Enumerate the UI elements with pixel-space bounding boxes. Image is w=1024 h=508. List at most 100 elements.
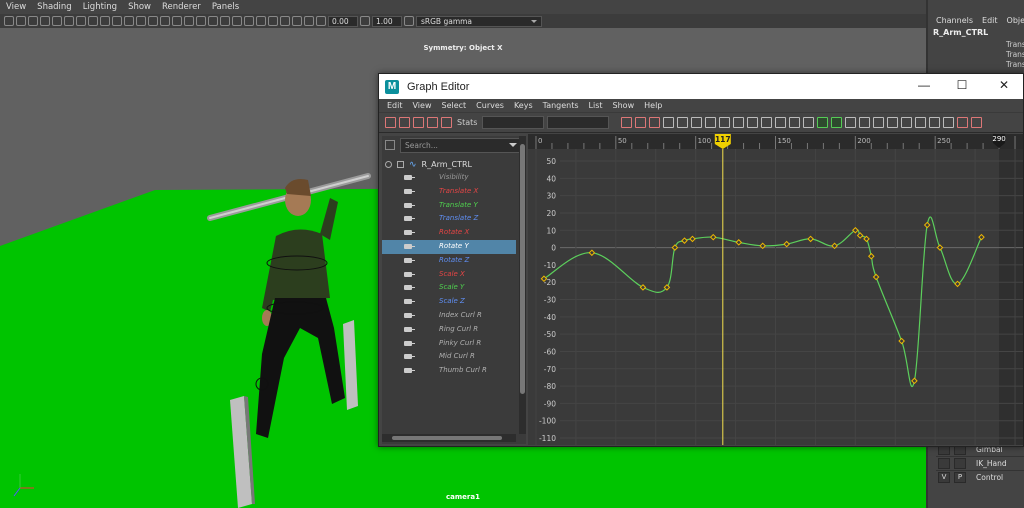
menu-show[interactable]: Show — [613, 101, 635, 110]
safe-title-icon[interactable] — [124, 16, 134, 26]
retime-tool-icon[interactable] — [441, 117, 452, 128]
view-transform-dropdown[interactable]: sRGB gamma — [416, 15, 542, 27]
xray-active-icon[interactable] — [304, 16, 314, 26]
post-infinity-icon[interactable] — [859, 117, 871, 128]
attribute-row[interactable]: Ring Curl R — [382, 323, 516, 337]
attribute-row[interactable]: Translate Y — [382, 199, 516, 213]
graph-editor-window[interactable]: M Graph Editor — ☐ ✕ Edit View Select Cu… — [378, 73, 1024, 447]
attribute-row[interactable]: Mid Curl R — [382, 350, 516, 364]
unify-tangents-icon[interactable] — [775, 117, 787, 128]
layer-row[interactable]: V P Control — [936, 470, 1024, 484]
layer-visibility-toggle[interactable]: V — [938, 472, 950, 483]
isolate-select-icon[interactable] — [292, 16, 302, 26]
plus-icon[interactable] — [397, 161, 404, 168]
menu-select[interactable]: Select — [441, 101, 466, 110]
bookmark-icon[interactable] — [28, 16, 38, 26]
attribute-row[interactable]: Thumb Curl R — [382, 364, 516, 378]
normalize-icon[interactable] — [929, 117, 941, 128]
anti-aliasing-icon[interactable] — [268, 16, 278, 26]
attribute-row[interactable]: Rotate X — [382, 226, 516, 240]
channel-attr[interactable]: Transl — [928, 50, 1024, 60]
attribute-row[interactable]: Visibility — [382, 171, 516, 185]
color-management-icon[interactable] — [404, 16, 414, 26]
outliner-horizontal-scrollbar[interactable] — [382, 434, 516, 442]
gate-mask-icon[interactable] — [88, 16, 98, 26]
exposure-field[interactable]: 0.00 — [328, 15, 358, 27]
stats-value-field[interactable] — [547, 116, 610, 129]
xray-icon[interactable] — [184, 16, 194, 26]
menu-help[interactable]: Help — [644, 101, 662, 110]
menu-view[interactable]: View — [413, 101, 432, 110]
expand-icon[interactable] — [385, 161, 392, 168]
xray-joints-icon[interactable] — [196, 16, 206, 26]
scrollbar-thumb[interactable] — [520, 144, 525, 394]
layer-row[interactable]: IK_Hand — [936, 456, 1024, 470]
insert-key-icon[interactable] — [399, 117, 410, 128]
lights-icon[interactable] — [220, 16, 230, 26]
menu-tangents[interactable]: Tangents — [543, 101, 579, 110]
menu-channels[interactable]: Channels — [936, 16, 973, 25]
spline-tangents-icon[interactable] — [663, 117, 675, 128]
menu-object[interactable]: Objec — [1007, 16, 1024, 25]
minimize-button[interactable]: — — [916, 78, 932, 92]
menu-keys[interactable]: Keys — [514, 101, 533, 110]
cycle-offset-icon[interactable] — [887, 117, 899, 128]
grid-icon[interactable] — [52, 16, 62, 26]
free-weight-icon[interactable] — [789, 117, 801, 128]
menu-panels[interactable]: Panels — [212, 2, 239, 12]
maximize-button[interactable]: ☐ — [954, 78, 970, 92]
stats-time-field[interactable] — [482, 116, 545, 129]
safe-action-icon[interactable] — [112, 16, 122, 26]
channel-attr[interactable]: Transl — [928, 40, 1024, 50]
attribute-row[interactable]: Rotate Z — [382, 254, 516, 268]
menu-renderer[interactable]: Renderer — [162, 2, 201, 12]
buffer-curve-icon[interactable] — [901, 117, 913, 128]
attribute-row[interactable]: Scale Z — [382, 295, 516, 309]
layer-playback-toggle[interactable] — [954, 458, 966, 469]
menu-list[interactable]: List — [589, 101, 603, 110]
dope-sheet-icon[interactable] — [957, 117, 969, 128]
attribute-row[interactable]: Translate Z — [382, 212, 516, 226]
attribute-row[interactable]: Rotate Y — [382, 239, 516, 254]
motion-blur-icon[interactable] — [256, 16, 266, 26]
step-tangents-icon[interactable] — [719, 117, 731, 128]
wireframe-icon[interactable] — [136, 16, 146, 26]
attribute-row[interactable]: Pinky Curl R — [382, 337, 516, 351]
layer-playback-toggle[interactable]: P — [954, 472, 966, 483]
wireframe-on-shaded-icon[interactable] — [172, 16, 182, 26]
filter-icon[interactable] — [385, 140, 395, 150]
shadows-icon[interactable] — [232, 16, 242, 26]
gamma-field[interactable]: 1.00 — [372, 15, 402, 27]
pre-infinity-icon[interactable] — [845, 117, 857, 128]
film-gate-icon[interactable] — [64, 16, 74, 26]
curve-graph-area[interactable]: 0 50 100 150 200 250 50 40 30 20 10 0 -10 -20 -30 -40 -5… — [528, 134, 1023, 445]
field-chart-icon[interactable] — [100, 16, 110, 26]
region-tool-icon[interactable] — [427, 117, 438, 128]
ambient-occlusion-icon[interactable] — [244, 16, 254, 26]
menu-edit[interactable]: Edit — [982, 16, 998, 25]
outliner-root-node[interactable]: ∿ R_Arm_CTRL — [382, 158, 516, 171]
flat-tangents-icon[interactable] — [705, 117, 717, 128]
image-plane-icon[interactable] — [40, 16, 50, 26]
load-selected-icon[interactable] — [831, 117, 843, 128]
resolution-gate-icon[interactable] — [76, 16, 86, 26]
linear-tangents-icon[interactable] — [691, 117, 703, 128]
menu-curves[interactable]: Curves — [476, 101, 504, 110]
plateau-tangents-icon[interactable] — [733, 117, 745, 128]
attribute-row[interactable]: Translate X — [382, 185, 516, 199]
break-tangents-icon[interactable] — [761, 117, 773, 128]
channel-attr[interactable]: Transl — [928, 60, 1024, 70]
menu-edit[interactable]: Edit — [387, 101, 403, 110]
graph-editor-titlebar[interactable]: M Graph Editor — ☐ ✕ — [379, 74, 1023, 99]
denormalize-icon[interactable] — [943, 117, 955, 128]
smooth-shade-icon[interactable] — [148, 16, 158, 26]
menu-show[interactable]: Show — [128, 2, 151, 12]
outliner-vertical-scrollbar[interactable] — [519, 136, 526, 434]
exposure-icon[interactable] — [316, 16, 326, 26]
select-camera-icon[interactable] — [4, 16, 14, 26]
close-button[interactable]: ✕ — [996, 78, 1012, 92]
menu-view[interactable]: View — [6, 2, 26, 12]
attribute-row[interactable]: Index Curl R — [382, 309, 516, 323]
auto-tangents-icon[interactable] — [747, 117, 759, 128]
lock-weight-icon[interactable] — [803, 117, 815, 128]
